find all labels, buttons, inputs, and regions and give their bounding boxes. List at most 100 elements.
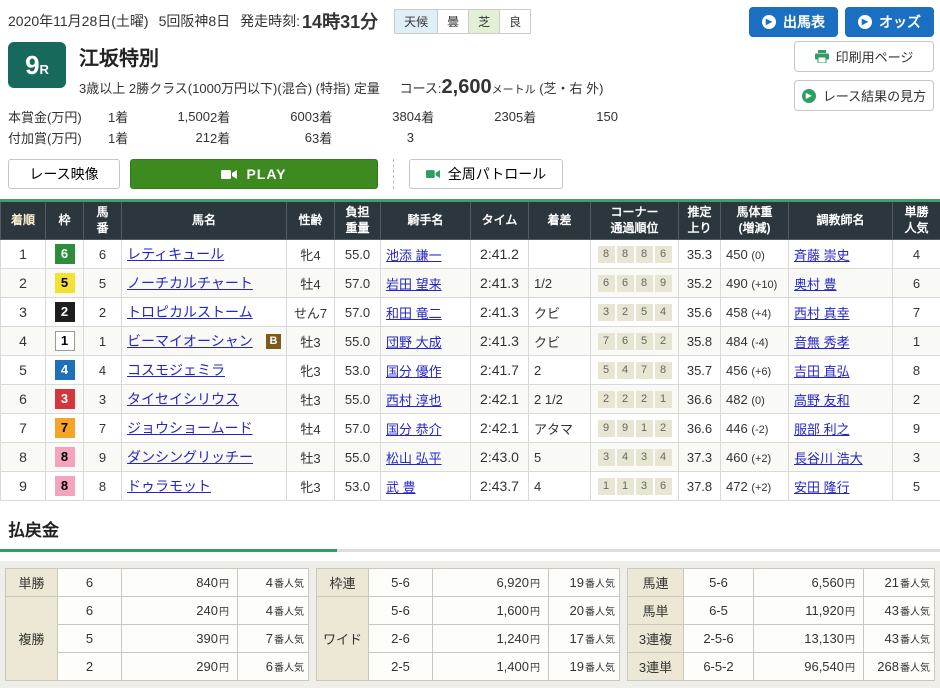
payout-popularity: 4 (266, 575, 273, 590)
finish-pos: 1 (1, 240, 46, 269)
sex-age: 牝4 (287, 240, 335, 269)
last-3f: 35.3 (679, 240, 721, 269)
horse-link[interactable]: ビーマイオーシャン (127, 333, 253, 349)
play-button[interactable]: PLAY (130, 159, 378, 189)
trainer-link[interactable]: 高野 友和 (794, 393, 850, 408)
jockey-link[interactable]: 岩田 望来 (386, 277, 442, 292)
table-row: 8 8 9 ダンシングリッチー 牡3 55.0 松山 弘平 2:43.0 5 3… (1, 443, 940, 472)
corner-pos: 7 (598, 333, 615, 350)
last-3f: 36.6 (679, 385, 721, 414)
jockey-link[interactable]: 池添 謙一 (386, 248, 442, 263)
entry-table-label: 出馬表 (783, 12, 825, 32)
horse-number: 9 (84, 443, 122, 472)
jockey-link[interactable]: 西村 淳也 (386, 393, 442, 408)
camera-icon (426, 169, 440, 179)
table-row: 1 6 6 レティキュール 牝4 55.0 池添 謙一 2:41.2 8886 … (1, 240, 940, 269)
play-label: PLAY (246, 166, 286, 182)
corner-pos: 3 (636, 478, 653, 495)
corner-pos: 4 (617, 362, 634, 379)
margin: 2 (529, 356, 591, 385)
corner-pos: 2 (598, 391, 615, 408)
carried-weight: 57.0 (335, 269, 381, 298)
entry-table-button[interactable]: ▶ 出馬表 (749, 7, 838, 37)
corner-pos: 1 (617, 478, 634, 495)
waku-badge: 4 (55, 360, 75, 380)
payout-amount: 840 (196, 575, 218, 590)
race-video-button[interactable]: レース映像 (8, 159, 120, 189)
jockey-link[interactable]: 国分 恭介 (386, 422, 442, 437)
payout-popularity: 17 (570, 631, 584, 646)
course-note: (芝・右 外) (539, 81, 603, 96)
horse-number: 7 (84, 414, 122, 443)
results-guide-label: レース結果の見方 (823, 86, 926, 105)
sex-age: 牝3 (287, 472, 335, 501)
trainer-link[interactable]: 吉田 直弘 (794, 364, 850, 379)
jockey-link[interactable]: 国分 優作 (386, 364, 442, 379)
jockey-link[interactable]: 和田 竜二 (386, 306, 442, 321)
horse-link[interactable]: レティキュール (127, 246, 224, 262)
horse-link[interactable]: トロピカルストーム (127, 304, 253, 320)
horse-link[interactable]: ノーチカルチャート (127, 275, 253, 291)
jockey-link[interactable]: 武 豊 (386, 480, 416, 495)
start-time-label: 発走時刻: (240, 11, 300, 31)
combination: 6-5 (684, 597, 754, 625)
carried-weight: 57.0 (335, 298, 381, 327)
horse-number: 2 (84, 298, 122, 327)
table-header-row: 着順 枠 馬番 馬名 性齢 負担重量 騎手名 タイム 着差 コーナー通過順位 推… (1, 201, 940, 240)
trainer-link[interactable]: 西村 真幸 (794, 306, 850, 321)
arrow-circle-icon: ▶ (802, 89, 816, 103)
win-popularity: 3 (893, 443, 940, 472)
corner-pos: 2 (655, 420, 672, 437)
jockey-link[interactable]: 団野 大成 (386, 335, 442, 350)
col-waku: 枠 (46, 201, 84, 240)
race-video-label: レース映像 (29, 164, 98, 184)
odds-button[interactable]: ▶ オッズ (845, 7, 934, 37)
condition-badges: 天候 曇 芝 良 (394, 9, 531, 34)
carried-weight: 55.0 (335, 240, 381, 269)
horse-weight: 490 (726, 276, 748, 291)
sex-age: 牡3 (287, 327, 335, 356)
horse-link[interactable]: ジョウショームード (127, 420, 253, 436)
combination: 6-5-2 (684, 653, 754, 681)
margin: クビ (529, 327, 591, 356)
corner-pos: 6 (617, 333, 634, 350)
horse-weight-diff: (-4) (751, 337, 768, 349)
trainer-link[interactable]: 斉藤 崇史 (794, 248, 850, 263)
payout-amount: 11,920 (805, 603, 844, 618)
payout-row: 複勝 6 240円 4番人気 (6, 597, 309, 625)
print-page-button[interactable]: 印刷用ページ (794, 41, 934, 72)
trainer-link[interactable]: 長谷川 浩大 (794, 451, 863, 466)
horse-link[interactable]: ドゥラモット (127, 478, 211, 494)
sex-age: 牝3 (287, 356, 335, 385)
jockey-link[interactable]: 松山 弘平 (386, 451, 442, 466)
patrol-video-button[interactable]: 全周パトロール (409, 159, 563, 189)
horse-link[interactable]: タイセイシリウス (127, 391, 239, 407)
win-popularity: 1 (893, 327, 940, 356)
table-row: 5 4 4 コスモジェミラ 牝3 53.0 国分 優作 2:41.7 2 547… (1, 356, 940, 385)
finish-time: 2:41.2 (471, 240, 529, 269)
horse-weight: 458 (726, 305, 748, 320)
last-3f: 35.8 (679, 327, 721, 356)
horse-link[interactable]: コスモジェミラ (127, 362, 225, 378)
video-toolbar: レース映像 PLAY 全周パトロール (0, 148, 940, 199)
margin: 2 1/2 (529, 385, 591, 414)
finish-pos: 5 (1, 356, 46, 385)
arrow-circle-icon: ▶ (858, 15, 872, 29)
horse-link[interactable]: ダンシングリッチー (127, 449, 253, 465)
trainer-link[interactable]: 奥村 豊 (794, 277, 837, 292)
last-3f: 35.7 (679, 356, 721, 385)
print-page-label: 印刷用ページ (836, 47, 914, 66)
payout-amount: 6,560 (811, 575, 844, 590)
combination: 2-6 (369, 625, 433, 653)
sex-age: せん7 (287, 298, 335, 327)
corner-pos: 2 (617, 391, 634, 408)
corner-pos: 5 (636, 304, 653, 321)
trainer-link[interactable]: 安田 隆行 (794, 480, 850, 495)
main-prize-label: 本賞金(万円) (8, 106, 108, 127)
payout-popularity: 19 (570, 575, 584, 590)
trainer-link[interactable]: 音無 秀孝 (794, 335, 850, 350)
payout-amount: 240 (196, 603, 218, 618)
results-guide-button[interactable]: ▶ レース結果の見方 (794, 80, 934, 111)
win-popularity: 7 (893, 298, 940, 327)
trainer-link[interactable]: 服部 利之 (794, 422, 850, 437)
